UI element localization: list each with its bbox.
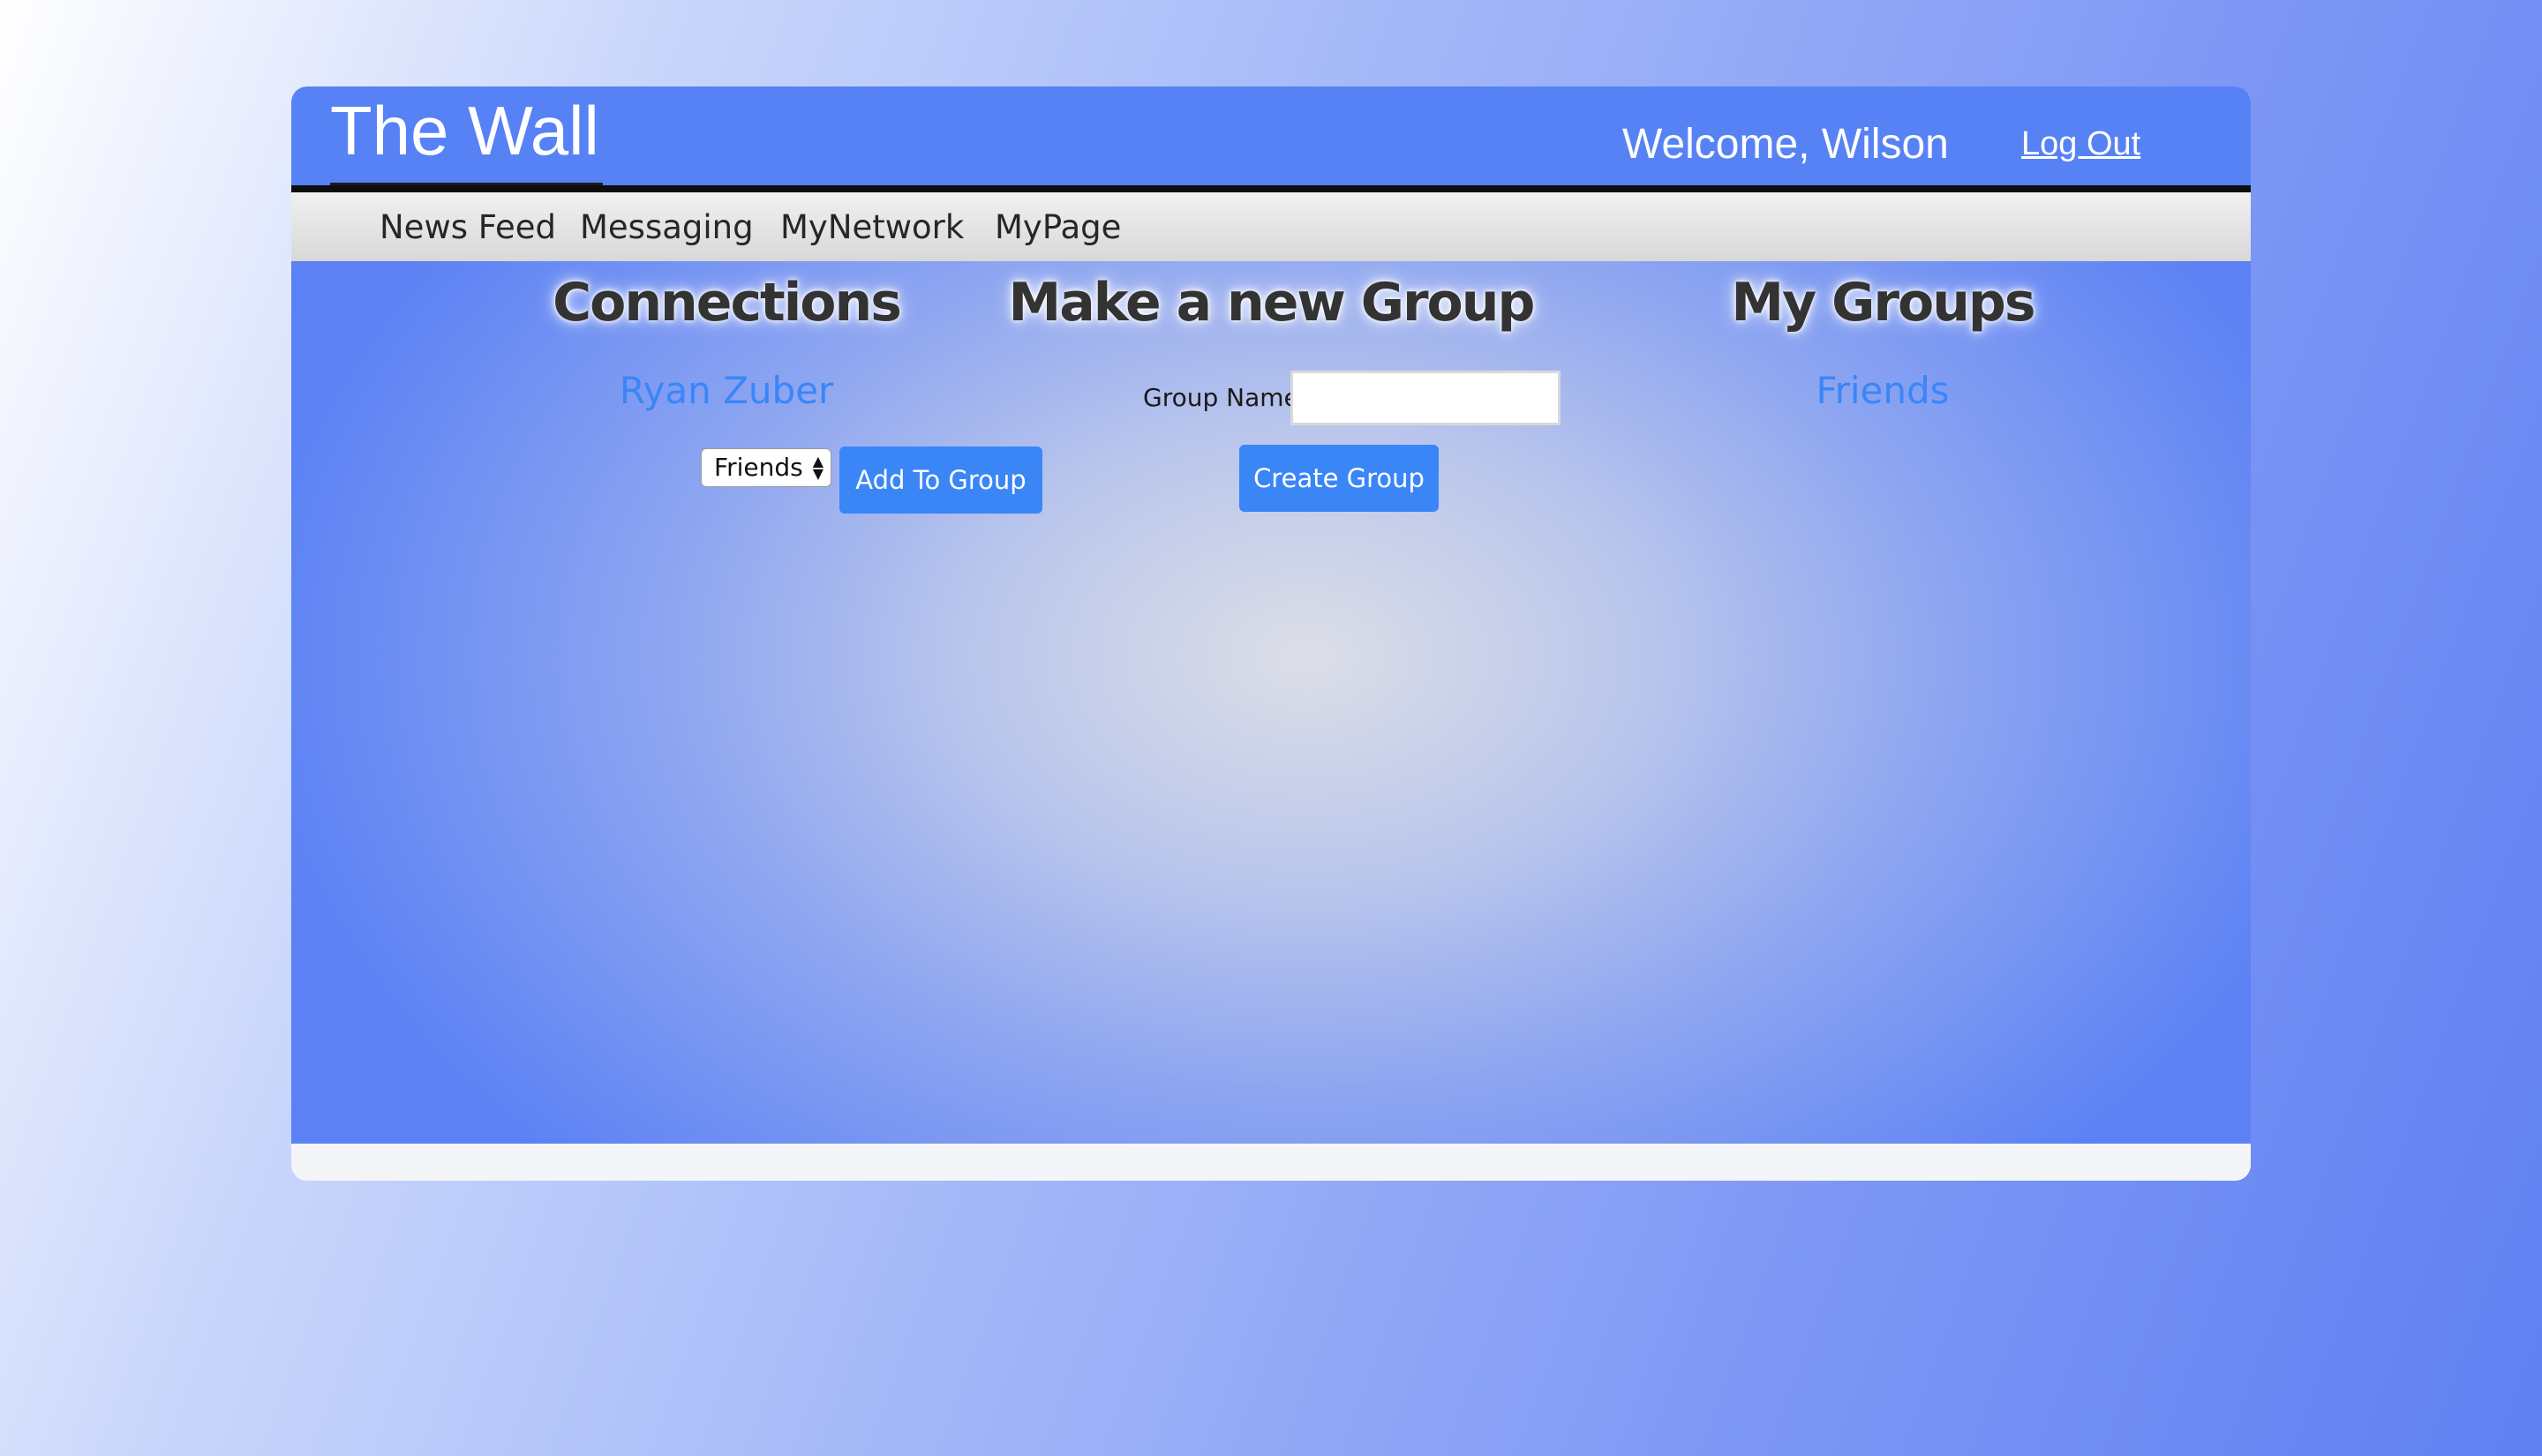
group-name-label: Group Name <box>1143 383 1299 412</box>
nav-item-mynetwork[interactable]: MyNetwork <box>780 208 964 246</box>
select-arrows-icon: ▲ ▼ <box>812 453 824 482</box>
main-card: The Wall Welcome, Wilson Log Out News Fe… <box>291 86 2251 1181</box>
nav-item-news-feed[interactable]: News Feed <box>380 208 556 246</box>
logout-link[interactable]: Log Out <box>2021 125 2140 163</box>
group-select[interactable]: Friends ▲ ▼ <box>701 448 831 487</box>
my-groups-heading: My Groups <box>1731 272 2035 334</box>
group-name-input[interactable] <box>1290 371 1561 425</box>
nav-item-mypage[interactable]: MyPage <box>995 208 1121 246</box>
site-title[interactable]: The Wall <box>330 86 603 185</box>
new-group-heading: Make a new Group <box>1008 272 1536 334</box>
nav-bar: News Feed Messaging MyNetwork MyPage <box>291 192 2251 261</box>
create-group-button[interactable]: Create Group <box>1239 445 1439 512</box>
header-divider <box>291 185 2251 192</box>
add-to-group-button[interactable]: Add To Group <box>839 447 1042 514</box>
connections-heading: Connections <box>553 272 902 334</box>
card-footer <box>291 1144 2251 1181</box>
main-content: Connections Ryan Zuber Friends ▲ ▼ Add To… <box>291 261 2251 1144</box>
group-link-friends[interactable]: Friends <box>1591 369 2174 412</box>
nav-item-messaging[interactable]: Messaging <box>580 208 754 246</box>
connection-name-link[interactable]: Ryan Zuber <box>435 369 1018 412</box>
welcome-message: Welcome, Wilson <box>1622 121 1949 168</box>
site-header: The Wall Welcome, Wilson Log Out <box>291 86 2251 185</box>
group-select-value: Friends <box>714 453 803 482</box>
